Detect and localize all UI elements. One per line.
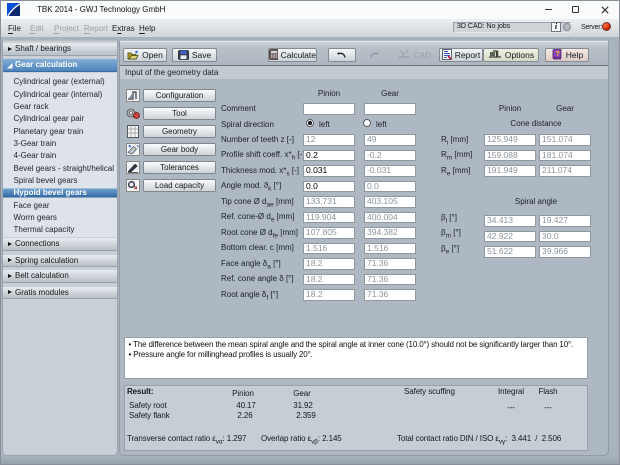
svg-text:?: ? (555, 51, 559, 58)
